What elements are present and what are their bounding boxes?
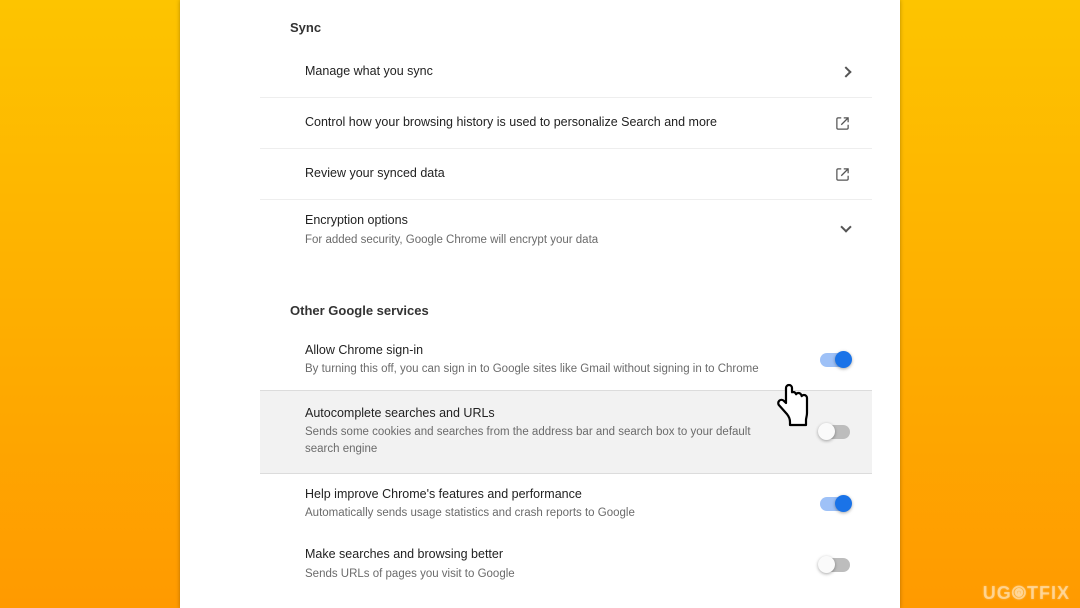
external-link-icon	[814, 167, 850, 182]
chevron-down-icon	[842, 221, 850, 239]
row-label: Autocomplete searches and URLs	[305, 405, 786, 423]
settings-panel: Sync Manage what you sync Control how yo…	[260, 0, 872, 608]
toggle-allow-signin[interactable]	[820, 353, 850, 367]
row-review-synced[interactable]: Review your synced data	[260, 149, 872, 200]
row-description: Sends some cookies and searches from the…	[305, 424, 786, 459]
row-encryption-options[interactable]: Encryption options For added security, G…	[260, 200, 872, 267]
row-description: Automatically sends usage statistics and…	[305, 505, 786, 522]
toggle-make-better[interactable]	[820, 558, 850, 572]
row-manage-sync[interactable]: Manage what you sync	[260, 47, 872, 98]
row-description: Sends URLs of pages you visit to Google	[305, 566, 786, 583]
settings-screenshot: Sync Manage what you sync Control how yo…	[180, 0, 900, 608]
row-label: Allow Chrome sign-in	[305, 342, 786, 360]
row-description: By turning this off, you can sign in to …	[305, 361, 786, 378]
external-link-icon	[814, 116, 850, 131]
row-make-better: Make searches and browsing better Sends …	[260, 534, 872, 595]
row-label: Manage what you sync	[305, 63, 786, 81]
row-autocomplete: Autocomplete searches and URLs Sends som…	[260, 390, 872, 474]
row-label: Review your synced data	[305, 165, 786, 183]
row-help-improve: Help improve Chrome's features and perfo…	[260, 474, 872, 535]
row-label: Control how your browsing history is use…	[305, 114, 786, 132]
row-allow-signin: Allow Chrome sign-in By turning this off…	[260, 330, 872, 391]
section-heading-sync: Sync	[260, 0, 872, 47]
row-label: Help improve Chrome's features and perfo…	[305, 486, 786, 504]
row-label: Encryption options	[305, 212, 786, 230]
toggle-help-improve[interactable]	[820, 497, 850, 511]
toggle-autocomplete[interactable]	[820, 425, 850, 439]
row-label: Make searches and browsing better	[305, 546, 786, 564]
row-description: For added security, Google Chrome will e…	[305, 232, 786, 249]
section-heading-services: Other Google services	[260, 267, 872, 330]
row-control-history[interactable]: Control how your browsing history is use…	[260, 98, 872, 149]
chevron-right-icon	[842, 63, 850, 81]
watermark: UG🞋TFIX	[983, 583, 1070, 604]
row-spell-check: Enhanced spell check To fix spelling err…	[260, 595, 872, 608]
